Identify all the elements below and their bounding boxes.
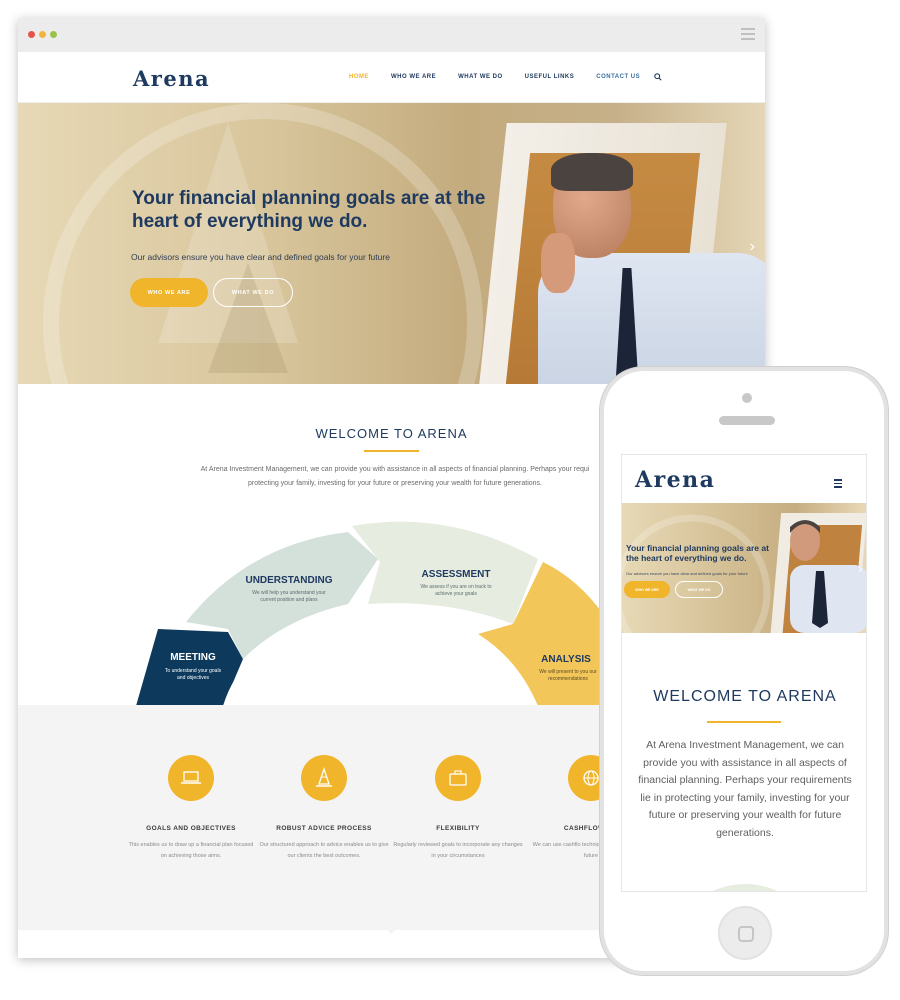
mobile-phone-mockup: Arena › Your financial planning goals ar… (600, 367, 888, 975)
camera-icon (742, 393, 752, 403)
nav-home[interactable]: HOME (349, 74, 369, 82)
feature-desc: Our structured approach to advice enable… (259, 842, 389, 859)
nav-who-we-are[interactable]: WHO WE ARE (391, 74, 436, 82)
home-button[interactable] (718, 906, 772, 960)
section-notch (384, 927, 398, 934)
feature-icon-circle (301, 755, 347, 801)
minimize-dot-icon[interactable] (39, 31, 46, 38)
mobile-wheel-peek (712, 884, 778, 891)
feature-title: ROBUST ADVICE PROCESS (276, 825, 372, 832)
briefcase-icon (449, 770, 467, 786)
nav-useful-links[interactable]: USEFUL LINKS (525, 74, 575, 82)
site-header: Arena HOME WHO WE ARE WHAT WE DO USEFUL … (18, 52, 765, 103)
understanding-desc: We will help you understand your (252, 590, 326, 596)
hero-person-hand-phone (541, 233, 575, 293)
analysis-desc: We will present to you our (539, 669, 597, 675)
assessment-desc: We assess if you are on track to (420, 584, 491, 590)
laptop-icon (181, 771, 201, 784)
mobile-screen: Arena › Your financial planning goals ar… (621, 454, 867, 892)
meeting-desc: To understand your goals (165, 668, 222, 674)
analysis-desc-2: recommendations (548, 676, 588, 682)
hamburger-icon[interactable] (834, 479, 842, 490)
hero-person-hair (551, 153, 633, 191)
close-dot-icon[interactable] (28, 31, 35, 38)
logo[interactable]: Arena (133, 66, 210, 91)
mobile-welcome-text: At Arena Investment Management, we can p… (638, 739, 852, 839)
mobile-hero-image: › (622, 513, 866, 633)
hero-slider: › Your financial planning goals are at t… (18, 103, 765, 384)
home-square-icon (738, 926, 754, 942)
mobile-what-we-do-button[interactable]: WHAT WE DO (675, 581, 723, 598)
feature-goals: GOALS AND OBJECTIVES This enables us to … (126, 755, 256, 862)
feature-icon-circle (435, 755, 481, 801)
feature-advice: ROBUST ADVICE PROCESS Our structured app… (259, 755, 389, 862)
assessment-desc-2: achieve your goals (435, 591, 477, 597)
meeting-desc-2: and objectives (177, 675, 209, 681)
browser-toolbar (18, 18, 765, 52)
nav-contact-us[interactable]: CONTACT US (596, 74, 640, 82)
main-nav: HOME WHO WE ARE WHAT WE DO USEFUL LINKS … (349, 73, 662, 82)
feature-title: GOALS AND OBJECTIVES (146, 825, 236, 832)
hero-title: Your financial planning goals are at the… (132, 188, 486, 232)
feature-title: FLEXIBILITY (436, 825, 480, 832)
mobile-hero-title: Your financial planning goals are at the… (626, 543, 769, 563)
speaker-grille (719, 416, 775, 425)
feature-desc: This enables us to draw up a financial p… (128, 842, 254, 859)
what-we-do-button[interactable]: WHAT WE DO (213, 278, 293, 307)
mobile-logo[interactable]: Arena (635, 467, 715, 493)
maximize-dot-icon[interactable] (50, 31, 57, 38)
feature-icon-circle (168, 755, 214, 801)
mobile-chevron-right-icon[interactable]: › (858, 560, 863, 576)
mobile-title-underline (707, 721, 781, 723)
chevron-right-icon[interactable]: › (750, 238, 755, 256)
understanding-desc-2: current position and plans (260, 597, 318, 603)
feature-flexibility: FLEXIBILITY Regularly reviewed goals to … (393, 755, 523, 862)
understanding-title: UNDERSTANDING (245, 575, 332, 586)
window-controls (28, 31, 57, 38)
mobile-who-we-are-button[interactable]: WHO WE ARE (624, 581, 670, 598)
hero-subtitle: Our advisors ensure you have clear and d… (131, 252, 390, 262)
search-icon[interactable] (654, 73, 662, 81)
browser-menu-icon[interactable] (741, 28, 755, 43)
assessment-title: ASSESSMENT (422, 569, 491, 580)
mobile-welcome-title: WELCOME TO ARENA (653, 688, 837, 705)
feature-desc: Regularly reviewed goals to incorporate … (393, 842, 523, 859)
meeting-title: MEETING (170, 652, 216, 663)
nav-what-we-do[interactable]: WHAT WE DO (458, 74, 503, 82)
mobile-hero: › Your financial planning goals are at t… (622, 503, 866, 633)
who-we-are-button[interactable]: WHO WE ARE (130, 278, 208, 307)
cone-icon (316, 766, 332, 787)
analysis-title: ANALYSIS (541, 654, 591, 665)
mobile-hero-subtitle: Our advisors ensure you have clear and d… (626, 571, 748, 576)
